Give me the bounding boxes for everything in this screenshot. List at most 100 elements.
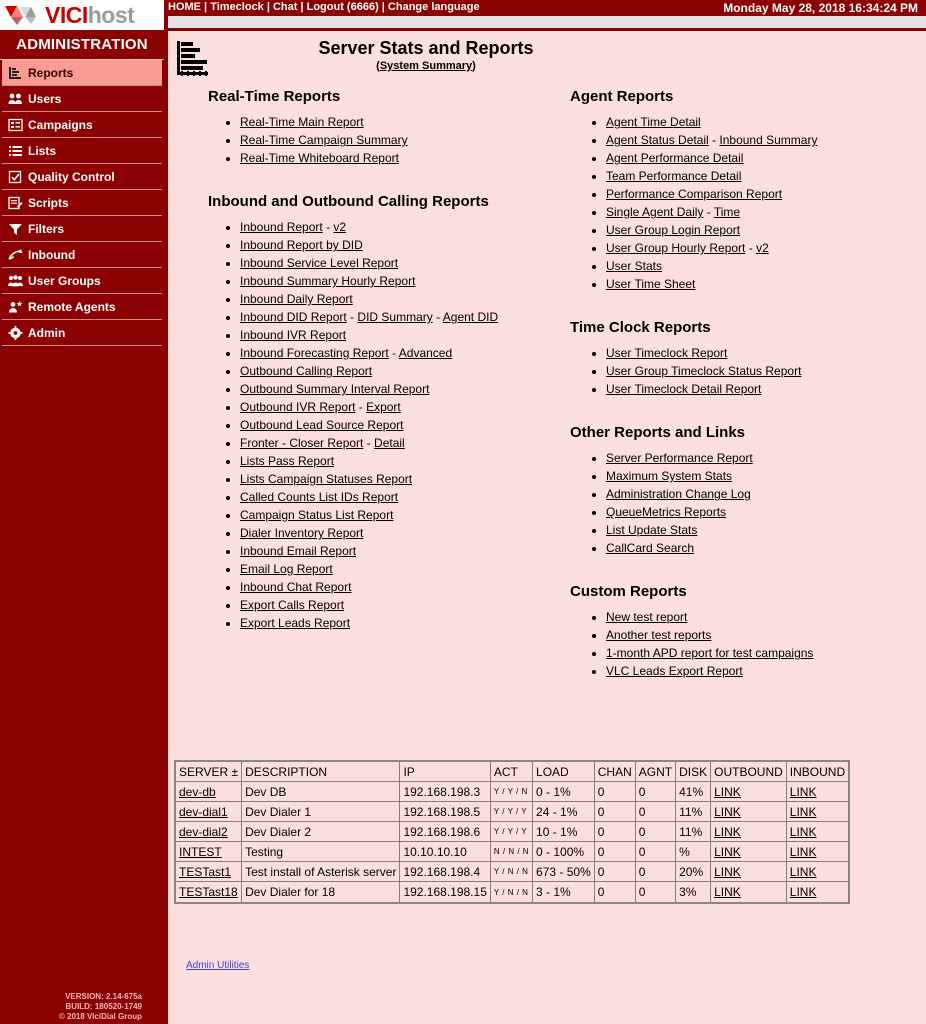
table-cell-inbound[interactable]: LINK <box>786 862 849 882</box>
report-link[interactable]: 1-month APD report for test campaigns <box>606 646 813 660</box>
outbound-link[interactable]: LINK <box>714 805 741 819</box>
report-link[interactable]: Maximum System Stats <box>606 469 732 483</box>
report-link[interactable]: User Time Sheet <box>606 277 695 291</box>
table-cell-inbound[interactable]: LINK <box>786 842 849 862</box>
report-link[interactable]: Inbound DID Report <box>240 310 347 324</box>
report-link[interactable]: Fronter - Closer Report <box>240 436 363 450</box>
report-link[interactable]: DID Summary <box>357 310 432 324</box>
sidebar-item-users[interactable]: Users <box>2 86 162 112</box>
server-link[interactable]: TESTast18 <box>179 885 238 899</box>
report-link[interactable]: User Timeclock Report <box>606 346 727 360</box>
report-link[interactable]: QueueMetrics Reports <box>606 505 726 519</box>
table-cell-server[interactable]: dev-db <box>176 782 243 802</box>
report-link[interactable]: Server Performance Report <box>606 451 753 465</box>
report-link[interactable]: Outbound Lead Source Report <box>240 418 403 432</box>
report-link[interactable]: Lists Campaign Statuses Report <box>240 472 412 486</box>
report-link[interactable]: Administration Change Log <box>606 487 751 501</box>
report-link[interactable]: Single Agent Daily <box>606 205 703 219</box>
outbound-link[interactable]: LINK <box>714 785 741 799</box>
report-link[interactable]: Inbound Forecasting Report <box>240 346 389 360</box>
report-link[interactable]: Inbound Email Report <box>240 544 356 558</box>
report-link[interactable]: CallCard Search <box>606 541 694 555</box>
table-cell-inbound[interactable]: LINK <box>786 782 849 802</box>
server-link[interactable]: dev-dial1 <box>179 805 228 819</box>
table-cell-outbound[interactable]: LINK <box>711 862 787 882</box>
sidebar-item-remote-agents[interactable]: Remote Agents <box>2 294 162 320</box>
sidebar-item-scripts[interactable]: Scripts <box>2 190 162 216</box>
table-cell-outbound[interactable]: LINK <box>711 842 787 862</box>
report-link[interactable]: Called Counts List IDs Report <box>240 490 398 504</box>
report-link[interactable]: Inbound Chat Report <box>240 580 351 594</box>
table-cell-server[interactable]: dev-dial1 <box>176 802 243 822</box>
report-link[interactable]: Outbound IVR Report <box>240 400 355 414</box>
sidebar-item-user-groups[interactable]: User Groups <box>2 268 162 294</box>
report-link[interactable]: Agent Time Detail <box>606 115 701 129</box>
report-link[interactable]: Agent Status Detail <box>606 133 709 147</box>
server-link[interactable]: dev-db <box>179 785 216 799</box>
sidebar-item-admin[interactable]: Admin <box>2 320 162 346</box>
server-link[interactable]: TESTast1 <box>179 865 231 879</box>
report-link[interactable]: Agent Performance Detail <box>606 151 743 165</box>
report-link[interactable]: Inbound IVR Report <box>240 328 346 342</box>
table-col-header[interactable]: SERVER ± <box>176 762 243 782</box>
admin-utilities[interactable]: Admin Utilities <box>186 960 249 971</box>
system-summary-link[interactable]: System Summary <box>380 60 472 72</box>
report-link[interactable]: v2 <box>756 241 769 255</box>
report-link[interactable]: User Group Login Report <box>606 223 740 237</box>
inbound-link[interactable]: LINK <box>790 865 817 879</box>
report-link[interactable]: User Group Hourly Report <box>606 241 745 255</box>
table-cell-server[interactable]: TESTast1 <box>176 862 243 882</box>
report-link[interactable]: Export <box>366 400 401 414</box>
outbound-link[interactable]: LINK <box>714 845 741 859</box>
table-cell-outbound[interactable]: LINK <box>711 882 787 902</box>
admin-utilities-link[interactable]: Admin Utilities <box>186 960 249 971</box>
sidebar-item-lists[interactable]: Lists <box>2 138 162 164</box>
report-link[interactable]: Export Leads Report <box>240 616 350 630</box>
sidebar-item-quality-control[interactable]: Quality Control <box>2 164 162 190</box>
report-link[interactable]: Inbound Report by DID <box>240 238 363 252</box>
table-cell-server[interactable]: TESTast18 <box>176 882 243 902</box>
sidebar-item-inbound[interactable]: Inbound <box>2 242 162 268</box>
table-cell-outbound[interactable]: LINK <box>711 802 787 822</box>
report-link[interactable]: Agent DID <box>443 310 498 324</box>
report-link[interactable]: Another test reports <box>606 628 711 642</box>
report-link[interactable]: Inbound Summary Hourly Report <box>240 274 415 288</box>
table-cell-outbound[interactable]: LINK <box>711 782 787 802</box>
report-link[interactable]: v2 <box>333 220 346 234</box>
report-link[interactable]: Inbound Report <box>240 220 323 234</box>
report-link[interactable]: Real-Time Whiteboard Report <box>240 151 399 165</box>
sidebar-item-reports[interactable]: Reports <box>2 60 162 86</box>
report-link[interactable]: Dialer Inventory Report <box>240 526 363 540</box>
outbound-link[interactable]: LINK <box>714 885 741 899</box>
report-link[interactable]: VLC Leads Export Report <box>606 664 743 678</box>
sidebar-item-filters[interactable]: Filters <box>2 216 162 242</box>
report-link[interactable]: Outbound Summary Interval Report <box>240 382 429 396</box>
report-link[interactable]: Lists Pass Report <box>240 454 334 468</box>
report-link[interactable]: Time <box>714 205 740 219</box>
report-link[interactable]: Inbound Service Level Report <box>240 256 398 270</box>
table-cell-inbound[interactable]: LINK <box>787 882 848 902</box>
report-link[interactable]: User Stats <box>606 259 662 273</box>
logo[interactable]: VICIhost <box>0 0 166 30</box>
report-link[interactable]: User Timeclock Detail Report <box>606 382 761 396</box>
sidebar-item-campaigns[interactable]: Campaigns <box>2 112 162 138</box>
table-cell-inbound[interactable]: LINK <box>786 822 849 842</box>
report-link[interactable]: Outbound Calling Report <box>240 364 372 378</box>
inbound-link[interactable]: LINK <box>790 885 817 899</box>
report-link[interactable]: New test report <box>606 610 687 624</box>
server-link[interactable]: INTEST <box>179 845 222 859</box>
table-cell-server[interactable]: INTEST <box>176 842 243 862</box>
report-link[interactable]: User Group Timeclock Status Report <box>606 364 801 378</box>
report-link[interactable]: Advanced <box>399 346 452 360</box>
inbound-link[interactable]: LINK <box>790 785 817 799</box>
table-cell-inbound[interactable]: LINK <box>786 802 849 822</box>
report-link[interactable]: Performance Comparison Report <box>606 187 782 201</box>
inbound-link[interactable]: LINK <box>790 845 817 859</box>
inbound-link[interactable]: LINK <box>790 805 817 819</box>
report-link[interactable]: Export Calls Report <box>240 598 344 612</box>
inbound-link[interactable]: LINK <box>790 825 817 839</box>
report-link[interactable]: Campaign Status List Report <box>240 508 393 522</box>
outbound-link[interactable]: LINK <box>714 825 741 839</box>
report-link[interactable]: List Update Stats <box>606 523 697 537</box>
top-nav-links[interactable]: HOME | Timeclock | Chat | Logout (6666) … <box>168 1 480 13</box>
